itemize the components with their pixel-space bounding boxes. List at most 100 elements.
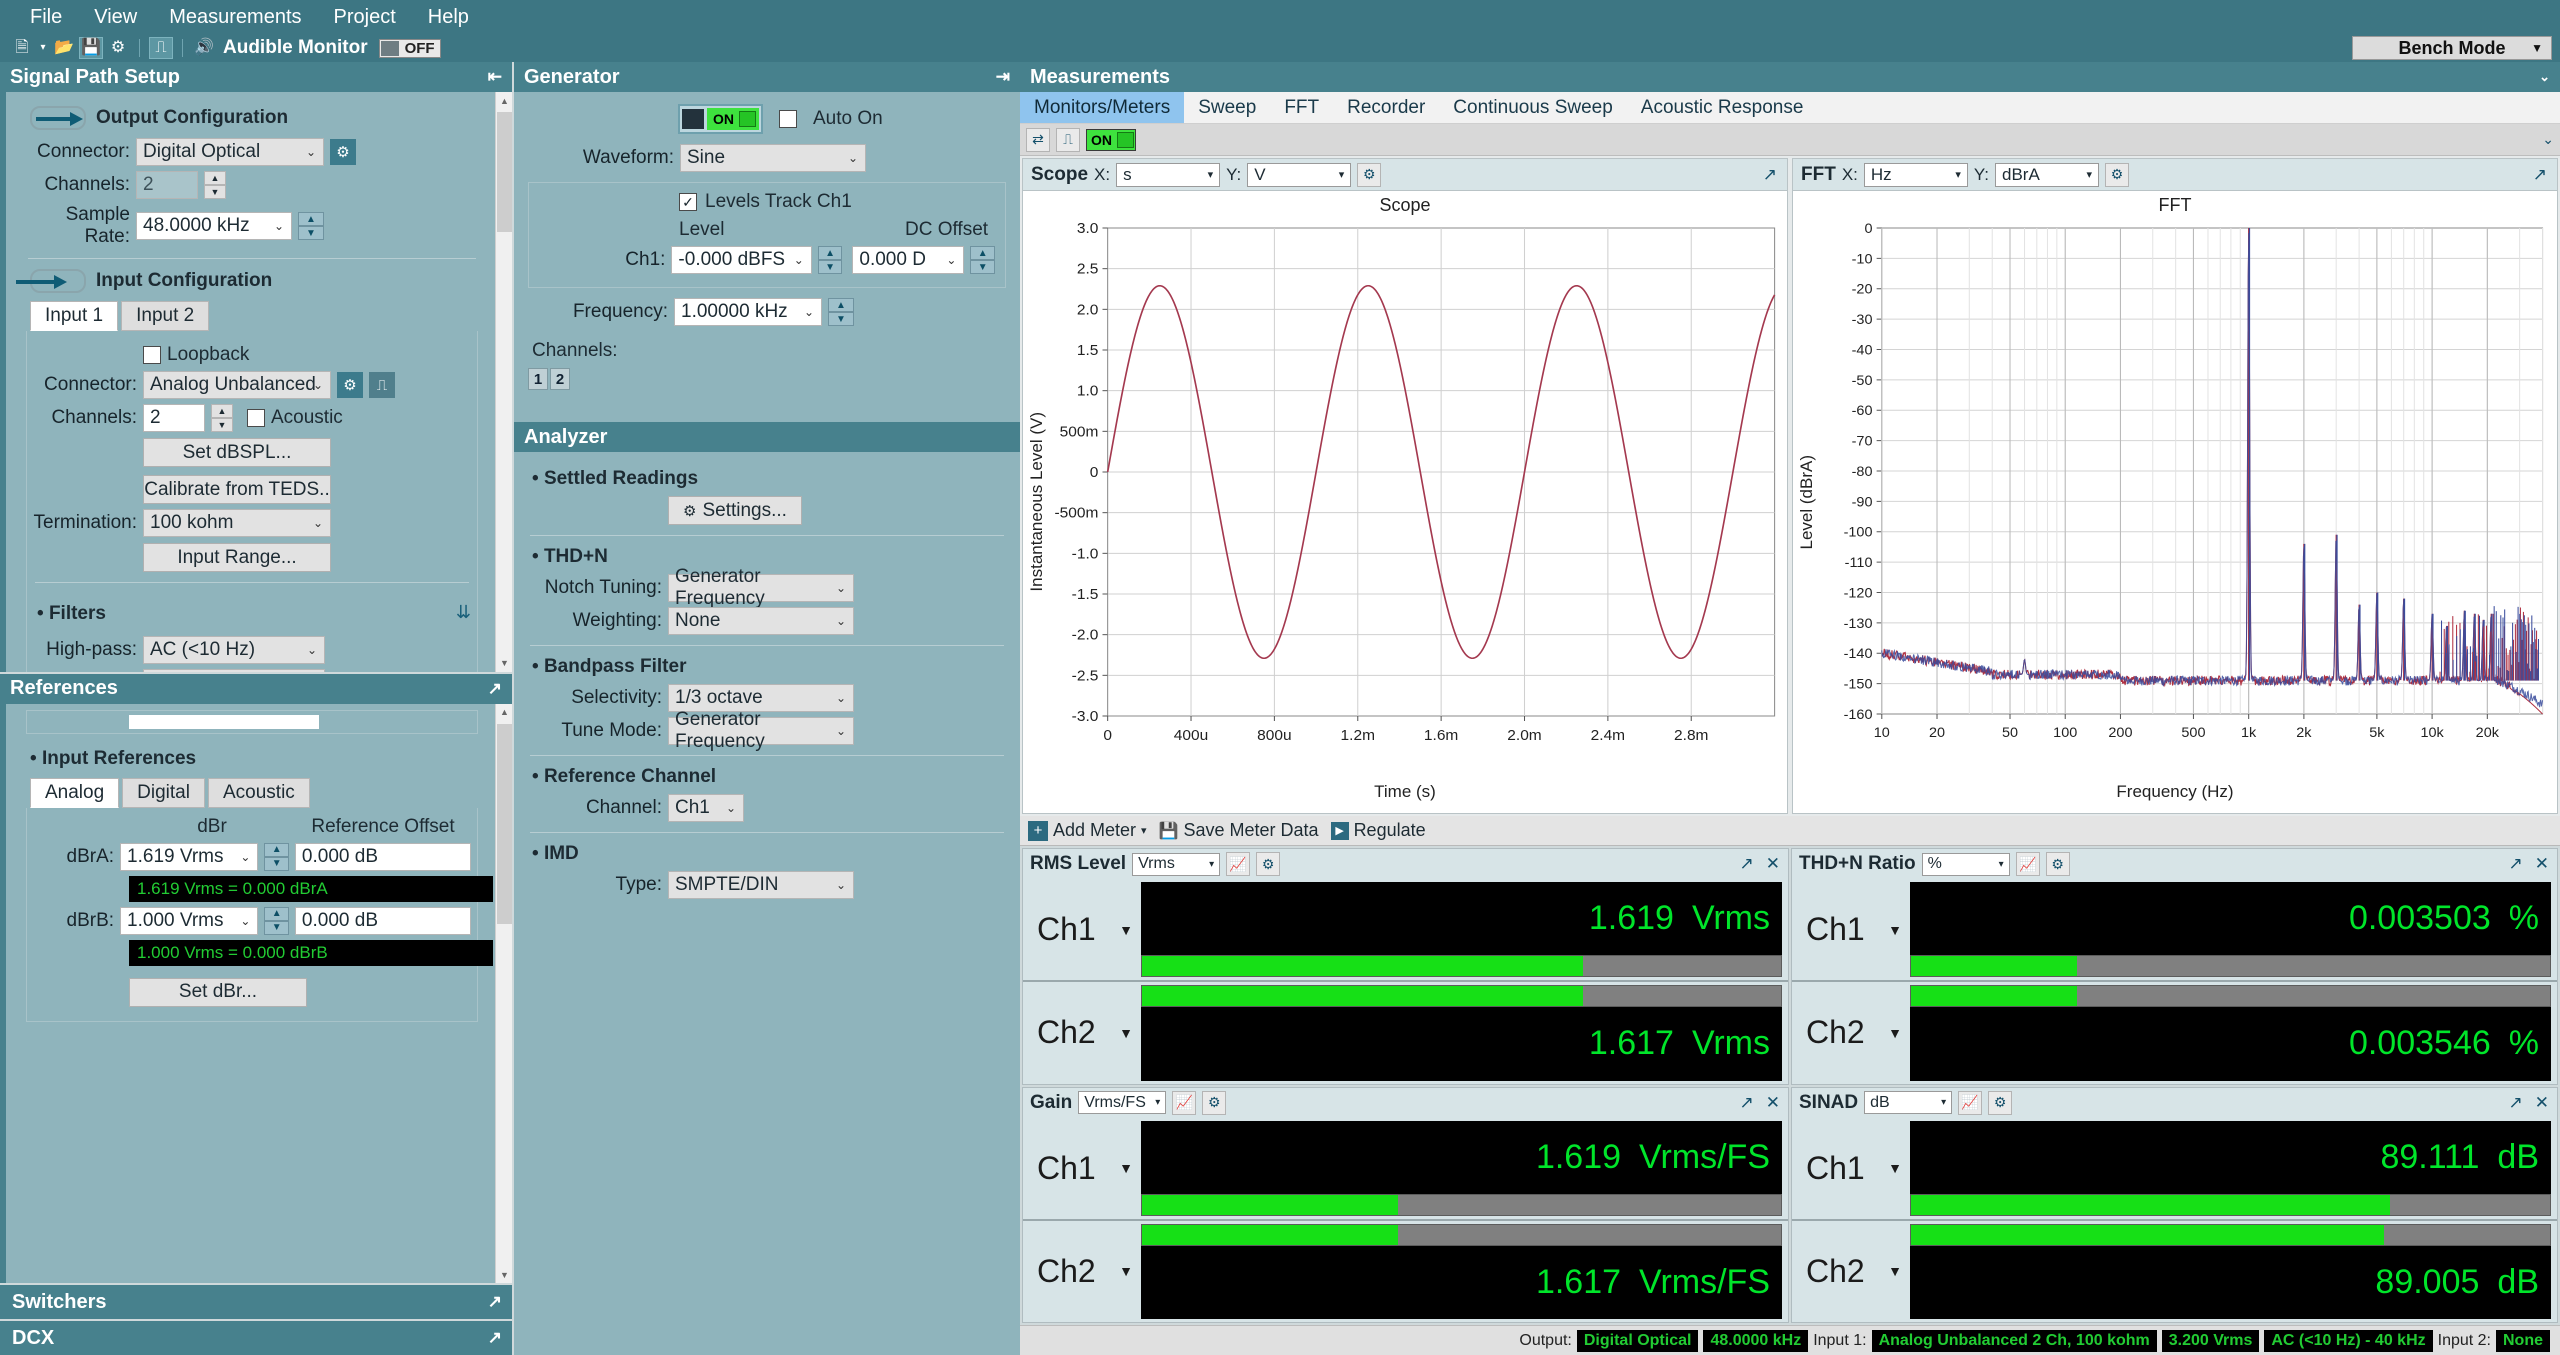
- menu-item-project[interactable]: Project: [318, 2, 412, 33]
- regulate-button[interactable]: ▶ Regulate: [1330, 820, 1426, 841]
- filters-collapse-icon[interactable]: ⇊: [456, 602, 471, 623]
- lowpass-select[interactable]: AES17 (40 kHz)⌄: [143, 669, 325, 672]
- generator-on-toggle[interactable]: ON: [678, 104, 763, 134]
- acoustic-checkbox[interactable]: [247, 409, 265, 427]
- generator-channel-1-button[interactable]: 1: [528, 368, 548, 390]
- frequency-stepper[interactable]: ▲ ▼: [828, 298, 854, 326]
- dbrb-offset-field[interactable]: 0.000 dB: [294, 906, 471, 935]
- new-document-icon[interactable]: 🗎: [10, 37, 34, 59]
- input-channels-value[interactable]: 2: [143, 404, 205, 432]
- meter-unit-select[interactable]: Vrms ▾: [1132, 852, 1221, 876]
- chevron-down-icon[interactable]: ▾: [37, 37, 49, 59]
- highpass-select[interactable]: AC (<10 Hz) ⌄: [143, 636, 325, 664]
- frequency-field[interactable]: 1.00000 kHz ⌄: [674, 298, 822, 326]
- scrollbar-thumb[interactable]: [497, 112, 512, 232]
- bench-mode-dropdown[interactable]: Bench Mode ▼: [2352, 36, 2552, 60]
- output-sample-rate-stepper[interactable]: ▲ ▼: [298, 212, 324, 240]
- signal-path-icon[interactable]: ⇄: [1026, 127, 1050, 152]
- fft-settings-gear-icon[interactable]: ⚙: [2105, 162, 2130, 187]
- popout-icon[interactable]: ↗: [488, 679, 502, 699]
- tab-recorder[interactable]: Recorder: [1333, 92, 1439, 123]
- settled-readings-settings-button[interactable]: ⚙ Settings...: [668, 496, 802, 525]
- tab-acoustic[interactable]: Acoustic: [207, 777, 310, 808]
- ch1-dc-offset-field[interactable]: 0.000 D ⌄: [852, 246, 965, 274]
- reference-channel-select[interactable]: Ch1 ⌄: [668, 794, 744, 822]
- meter-channel-selector[interactable]: Ch2 ▼: [1792, 1221, 1910, 1322]
- meter-close-icon[interactable]: ✕: [1766, 1093, 1780, 1113]
- calibrate-teds-button[interactable]: Calibrate from TEDS..: [143, 475, 331, 504]
- termination-select[interactable]: 100 kohm ⌄: [143, 509, 331, 537]
- input-connector-select[interactable]: Analog Unbalanced ⌄: [143, 371, 331, 399]
- speaker-icon[interactable]: 🔊: [192, 37, 216, 59]
- levels-track-checkbox[interactable]: ✓: [679, 193, 697, 211]
- output-sample-rate-select[interactable]: 48.0000 kHz ⌄: [136, 212, 292, 240]
- thdn-weighting-select[interactable]: None ⌄: [668, 607, 854, 635]
- dbra-offset-field[interactable]: 0.000 dB: [294, 842, 471, 871]
- selectivity-select[interactable]: 1/3 octave ⌄: [668, 684, 854, 712]
- meter-graph-icon[interactable]: 📈: [1226, 852, 1251, 876]
- toolbar-collapse-icon[interactable]: ⌄: [2542, 131, 2554, 148]
- meter-unit-select[interactable]: dB ▾: [1864, 1091, 1953, 1114]
- meter-settings-gear-icon[interactable]: ⚙: [1256, 852, 1281, 876]
- meter-graph-icon[interactable]: 📈: [1172, 1090, 1197, 1115]
- menu-item-file[interactable]: File: [14, 2, 78, 33]
- scope-plot-area[interactable]: Scope Instantaneous Level (V) 3.0 2.5 2.0 1…: [1023, 191, 1787, 813]
- scope-popout-icon[interactable]: ↗: [1763, 165, 1777, 185]
- meter-popout-icon[interactable]: ↗: [1740, 854, 1754, 874]
- popout-icon[interactable]: ↗: [488, 1328, 502, 1348]
- input-connector-meter-icon[interactable]: ⎍: [369, 372, 395, 398]
- input-range-button[interactable]: Input Range...: [143, 543, 331, 572]
- waveform-icon[interactable]: ⎍: [1056, 127, 1080, 152]
- tab-digital[interactable]: Digital: [122, 777, 205, 808]
- scope-y-unit-select[interactable]: V ▾: [1247, 162, 1352, 187]
- fft-plot-area[interactable]: FFT Level (dBrA) 0 -10 -20 -30 -40 -50 -60 -70 -…: [1793, 191, 2557, 813]
- meter-channel-selector[interactable]: Ch1 ▼: [1792, 1118, 1910, 1219]
- collapse-icon[interactable]: ⇥: [996, 67, 1010, 87]
- scroll-up-icon[interactable]: ▲: [496, 703, 512, 721]
- tab-acoustic-response[interactable]: Acoustic Response: [1627, 92, 1818, 123]
- meter-channel-selector[interactable]: Ch2 ▼: [1023, 1221, 1141, 1322]
- meter-settings-gear-icon[interactable]: ⚙: [2045, 852, 2070, 876]
- ch1-dc-offset-stepper[interactable]: ▲ ▼: [970, 246, 996, 274]
- set-dbspl-button[interactable]: Set dBSPL...: [143, 438, 331, 467]
- audible-monitor-toggle[interactable]: OFF: [378, 38, 441, 58]
- meter-channel-selector[interactable]: Ch2 ▼: [1792, 982, 1910, 1083]
- add-meter-button[interactable]: + Add Meter ▾: [1028, 820, 1147, 841]
- dcx-panel-header[interactable]: DCX ↗: [0, 1319, 512, 1355]
- open-folder-icon[interactable]: 📂: [52, 37, 76, 59]
- tab-fft[interactable]: FFT: [1270, 92, 1333, 123]
- tune-mode-select[interactable]: Generator Frequency ⌄: [668, 709, 854, 752]
- references-scrollbar[interactable]: ▲ ▼: [495, 703, 512, 1283]
- generator-channel-2-button[interactable]: 2: [550, 368, 570, 390]
- input-channels-stepper[interactable]: ▲ ▼: [211, 404, 233, 432]
- scope-x-unit-select[interactable]: s ▾: [1116, 162, 1221, 187]
- tab-monitors-meters[interactable]: Monitors/Meters: [1020, 92, 1185, 123]
- meter-popout-icon[interactable]: ↗: [1740, 1093, 1754, 1113]
- fft-x-unit-select[interactable]: Hz ▾: [1863, 162, 1968, 187]
- auto-on-checkbox[interactable]: [779, 110, 797, 128]
- scroll-down-icon[interactable]: ▼: [496, 654, 512, 672]
- tab-input-1[interactable]: Input 1: [30, 301, 119, 331]
- imd-type-select[interactable]: SMPTE/DIN ⌄: [668, 871, 854, 899]
- meter-close-icon[interactable]: ✕: [2535, 854, 2549, 874]
- menu-item-measurements[interactable]: Measurements: [153, 2, 317, 33]
- output-channels-stepper[interactable]: ▲ ▼: [204, 171, 226, 199]
- ch1-level-stepper[interactable]: ▲ ▼: [817, 246, 843, 274]
- save-meter-data-button[interactable]: 💾 Save Meter Data: [1159, 820, 1319, 841]
- meter-channel-selector[interactable]: Ch1 ▼: [1023, 1118, 1141, 1219]
- fft-popout-icon[interactable]: ↗: [2533, 165, 2547, 185]
- loopback-checkbox[interactable]: [143, 346, 161, 364]
- menu-item-view[interactable]: View: [78, 2, 153, 33]
- ch1-level-field[interactable]: -0.000 dBFS ⌄: [671, 246, 812, 274]
- set-dbr-button[interactable]: Set dBr...: [129, 977, 307, 1007]
- meter-settings-gear-icon[interactable]: ⚙: [1202, 1090, 1227, 1115]
- tab-continuous-sweep[interactable]: Continuous Sweep: [1439, 92, 1627, 123]
- meter-channel-selector[interactable]: Ch1 ▼: [1792, 879, 1910, 980]
- meter-graph-icon[interactable]: 📈: [1958, 1090, 1983, 1115]
- collapse-icon[interactable]: ⇤: [488, 67, 502, 87]
- waveform-icon[interactable]: ⎍: [149, 37, 173, 59]
- meter-unit-select[interactable]: % ▾: [1921, 852, 2010, 876]
- save-icon[interactable]: 💾: [79, 37, 103, 59]
- popout-icon[interactable]: ↗: [488, 1292, 502, 1312]
- meter-graph-icon[interactable]: 📈: [2015, 852, 2040, 876]
